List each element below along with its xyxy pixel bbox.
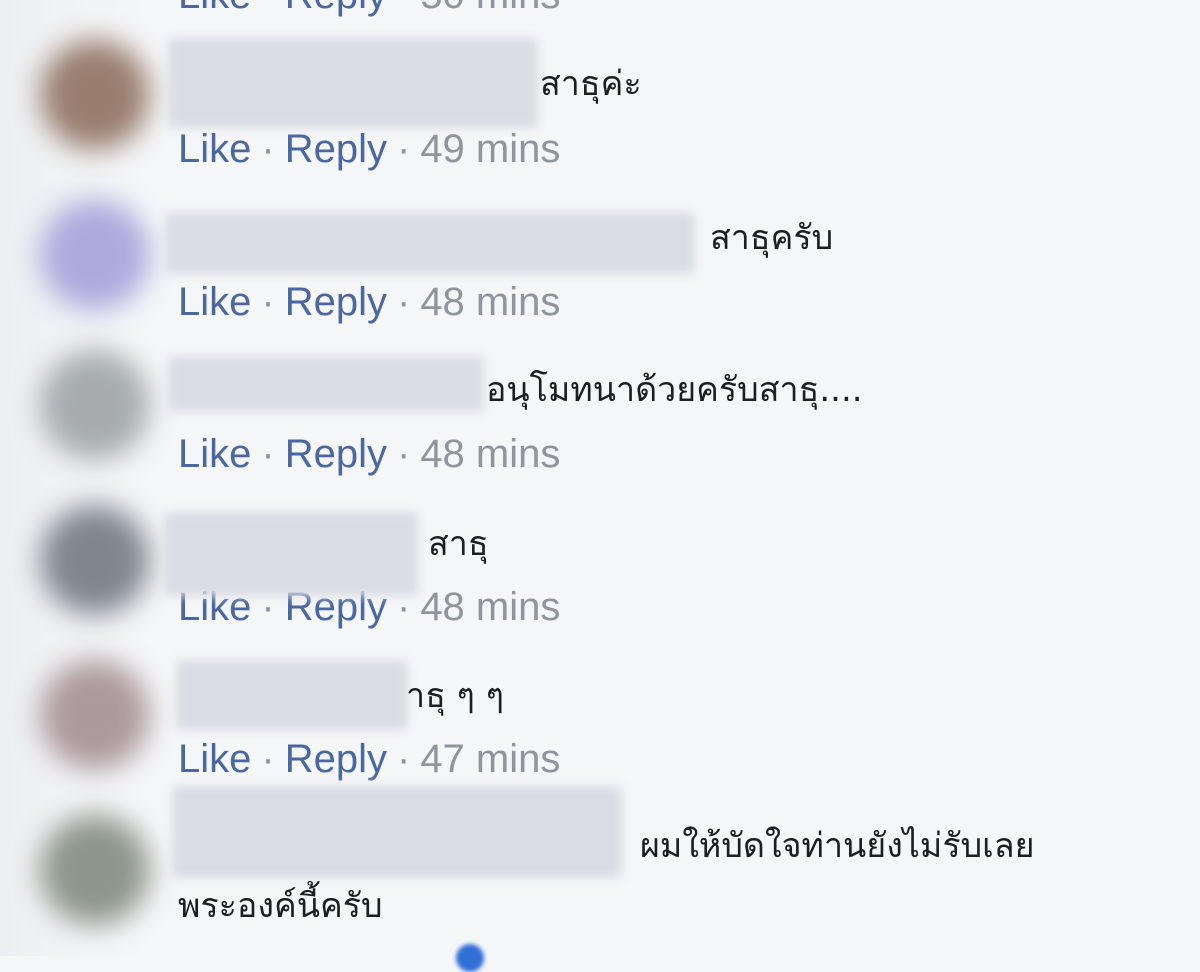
avatar[interactable] <box>40 40 150 150</box>
reply-link[interactable]: Reply <box>285 0 387 17</box>
commenter-name[interactable] <box>172 786 622 878</box>
timestamp[interactable]: 50 mins <box>420 0 560 17</box>
separator: · <box>251 0 284 17</box>
like-link[interactable]: Like <box>178 0 251 17</box>
like-link[interactable]: Like <box>178 127 251 171</box>
comment-text: าธุ ๆ ๆ <box>406 676 504 716</box>
commenter-name[interactable] <box>164 512 418 596</box>
comment-text: ผมให้บัดใจท่านยังไม่รับเลย <box>640 826 1035 866</box>
reply-link[interactable]: Reply <box>285 127 387 171</box>
avatar[interactable] <box>40 200 150 310</box>
comment-actions: Like · Reply · 48 mins <box>178 431 560 477</box>
avatar[interactable] <box>40 350 150 460</box>
timestamp[interactable]: 48 mins <box>420 432 560 476</box>
like-link[interactable]: Like <box>178 280 251 324</box>
timestamp[interactable]: 47 mins <box>420 737 560 781</box>
comment-actions: Like · Reply · 47 mins <box>178 736 560 782</box>
separator: · <box>261 280 275 324</box>
like-link[interactable]: Like <box>178 737 251 781</box>
timestamp[interactable]: 48 mins <box>420 280 560 324</box>
avatar[interactable] <box>40 660 150 770</box>
timestamp[interactable]: 49 mins <box>420 127 560 171</box>
comment-text: สาธุ <box>428 524 489 564</box>
avatar[interactable] <box>40 505 150 615</box>
separator: · <box>396 280 411 324</box>
commenter-name[interactable] <box>165 212 695 274</box>
timestamp[interactable]: 48 mins <box>420 585 560 629</box>
comment-actions: Like · Reply · 48 mins <box>178 279 560 325</box>
separator: · <box>396 737 411 781</box>
comment-text: สาธุค่ะ <box>540 64 642 104</box>
reply-link[interactable]: Reply <box>285 737 387 781</box>
avatar-column <box>0 0 160 956</box>
separator: · <box>396 432 411 476</box>
comment-actions: Like·Reply·50 mins <box>178 0 560 18</box>
separator: · <box>261 127 275 171</box>
commenter-name[interactable] <box>168 356 484 412</box>
like-link[interactable]: Like <box>178 432 251 476</box>
reply-link[interactable]: Reply <box>285 280 387 324</box>
comment-actions: Like · Reply · 49 mins <box>178 126 560 172</box>
commenter-name[interactable] <box>168 38 538 128</box>
commenter-name[interactable] <box>176 660 408 730</box>
reply-link[interactable]: Reply <box>285 432 387 476</box>
comment-text: อนุโมทนาด้วยครับสาธุ.... <box>486 370 863 410</box>
reaction-icon <box>456 944 484 972</box>
comment-text: สาธุครับ <box>710 218 834 258</box>
separator: · <box>261 432 275 476</box>
avatar[interactable] <box>40 815 150 925</box>
separator: · <box>261 737 275 781</box>
comment-text-continued: พระองค์นี้ครับ <box>178 886 383 926</box>
separator: · <box>387 0 420 17</box>
separator: · <box>396 127 411 171</box>
